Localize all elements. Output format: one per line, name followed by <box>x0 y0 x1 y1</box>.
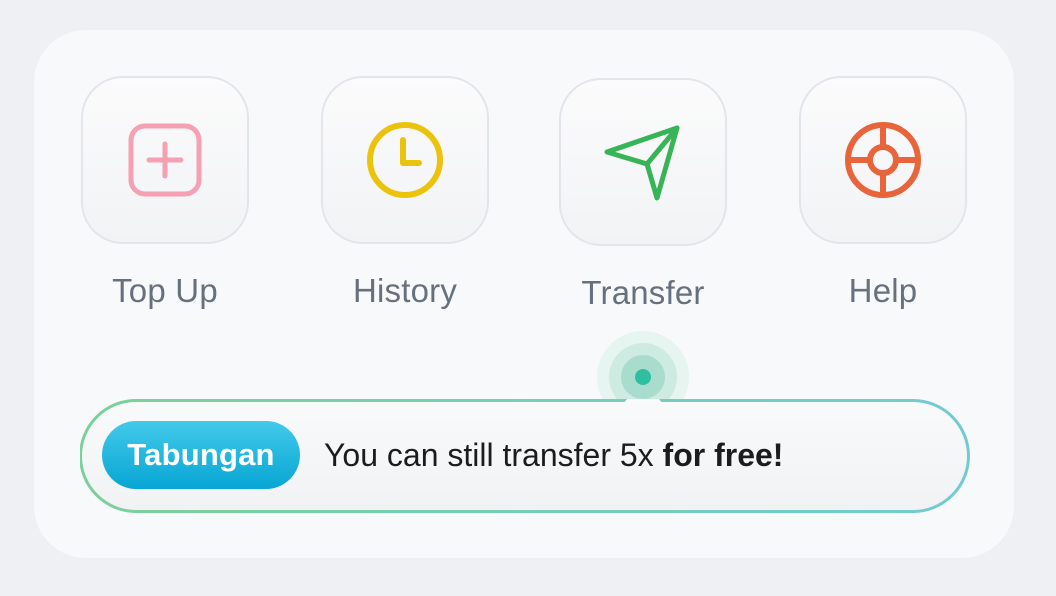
clock-icon <box>367 122 443 198</box>
promo-message-text: You can still transfer 5x <box>324 437 663 473</box>
top-up-tile[interactable] <box>81 76 249 244</box>
send-icon <box>604 125 680 201</box>
history-tile[interactable] <box>321 76 489 244</box>
lifebuoy-icon <box>845 122 921 198</box>
transfer-label: Transfer <box>581 274 705 311</box>
free-transfer-banner[interactable]: Tabungan You can still transfer 5x for f… <box>80 399 970 515</box>
top-up-button[interactable]: Top Up <box>79 76 251 310</box>
promo-emphasis: for free! <box>662 437 784 473</box>
help-tile[interactable] <box>799 76 967 244</box>
history-label: History <box>352 272 458 309</box>
transfer-tile[interactable] <box>559 78 727 246</box>
promo-message: You can still transfer 5x for free! <box>324 435 783 475</box>
top-up-label: Top Up <box>112 272 218 309</box>
history-button[interactable]: History <box>319 76 491 310</box>
help-button[interactable]: Help <box>797 76 969 310</box>
help-label: Help <box>848 272 918 309</box>
plus-square-icon <box>128 123 202 197</box>
transfer-button[interactable]: Transfer <box>557 78 729 312</box>
tabungan-badge: Tabungan <box>102 421 300 489</box>
